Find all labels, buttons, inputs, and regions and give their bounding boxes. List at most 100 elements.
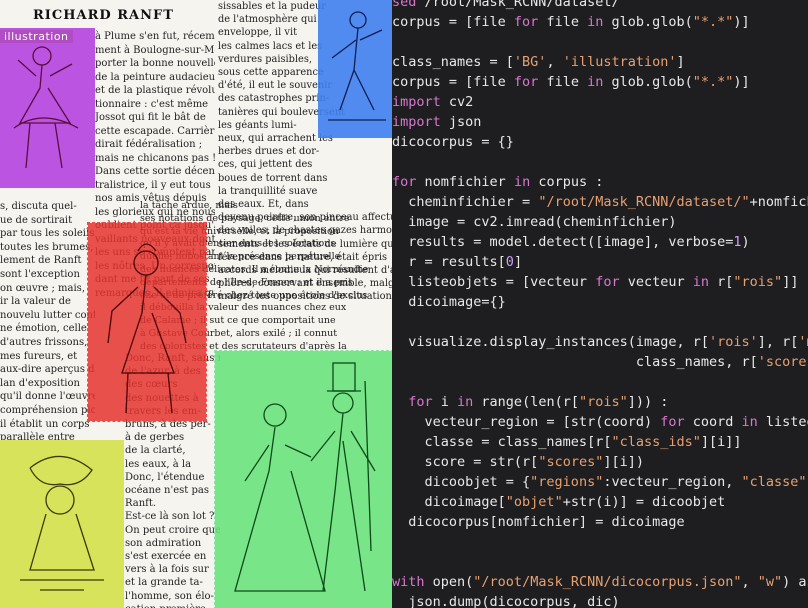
code-line: dicoobjet = {"regions":vecteur_region, "…: [392, 474, 808, 490]
newspaper-scan: RICHARD RANFT à Plume s'en fut, récem-me…: [0, 0, 392, 608]
code-line: for nomfichier in corpus :: [392, 174, 603, 190]
illustration-region-blue: [318, 0, 392, 138]
code-token: 'BG': [513, 54, 547, 70]
text-line: On peut croire que: [125, 524, 220, 536]
code-token: glob.glob(: [603, 14, 693, 30]
code-line: results = model.detect([image], verbose=…: [392, 234, 749, 250]
code-token: visualize.display_instances(image, r[: [392, 334, 709, 350]
code-token: 0: [505, 254, 514, 270]
code-token: "rois": [733, 274, 783, 290]
dancer-illustration: [0, 28, 95, 188]
code-token: class_names, r[: [392, 354, 758, 370]
code-line: corpus = [file for file in glob.glob("*.…: [392, 74, 750, 90]
code-line: dicoimage["objet"+str(i)] = dicoobjet: [392, 494, 726, 510]
text-line: et la grande ta-: [125, 577, 203, 589]
code-token: "/root/Mask_RCNN/dicocorpus.json": [473, 574, 742, 590]
code-token: image = cv2.imread(cheminfichier): [392, 214, 677, 230]
text-line: la tranquillité suave: [218, 185, 318, 197]
code-token: nomfichier: [416, 174, 514, 190]
text-line: Donc, l'étendue: [125, 471, 205, 483]
code-token: ,: [741, 574, 758, 590]
illustration-region-yellow: [0, 440, 124, 608]
code-token: listeobjets[i]]: [765, 414, 808, 430]
code-token: for: [513, 74, 539, 90]
code-token: listeobjets = [vecteur: [392, 274, 596, 290]
code-token: json: [440, 114, 482, 130]
code-token: /root/Mask_RCNN/dataset/: [424, 0, 620, 10]
code-token: coord: [684, 414, 742, 430]
code-token: for: [513, 14, 539, 30]
code-line: score = str(r["scores"][i]): [392, 454, 644, 470]
code-token: :vecteur_region,: [603, 474, 742, 490]
code-token: in: [457, 394, 474, 410]
woman-illustration: [88, 223, 206, 421]
code-line: cheminfichier = "/root/Mask_RCNN/dataset…: [392, 194, 808, 210]
code-line: corpus = [file for file in glob.glob("*.…: [392, 14, 750, 30]
code-token: score = str(r[: [392, 454, 539, 470]
code-line: import cv2: [392, 94, 473, 110]
code-token: "regions": [530, 474, 604, 490]
text-line: ment à Boulogne-sur-Mer,: [95, 44, 215, 56]
code-token: in: [741, 414, 758, 430]
code-token: r = results[: [392, 254, 506, 270]
code-line: dicoimage={}: [392, 294, 506, 310]
text-line: herbes drues et dor-: [218, 146, 320, 158]
text-line: dirait fédéralisation ;: [95, 139, 203, 150]
text-line: l'homme, son élo-: [125, 590, 214, 602]
portrait-illustration: [0, 440, 124, 608]
text-line: à Plume s'en fut, récem-: [95, 31, 215, 42]
text-line: qu'il donne l'œuvre: [0, 391, 95, 403]
code-token: ,: [546, 54, 563, 70]
text-line: océane n'est pas: [125, 485, 209, 497]
text-line: ces, qui jettent des: [218, 159, 313, 171]
code-token: i: [432, 394, 458, 410]
text-line: il établit un corps: [0, 418, 90, 430]
text-line: ir la valeur de: [0, 296, 71, 308]
code-token: import: [392, 94, 441, 110]
code-token: corpus :: [530, 174, 604, 190]
text-line: toutes les brumes,: [0, 241, 94, 253]
code-token: 'rois': [708, 334, 758, 350]
code-token: in: [692, 274, 710, 290]
code-token: "rois": [578, 394, 628, 410]
text-line: de la peinture audacieuse: [95, 71, 215, 83]
code-line: for i in range(len(r["rois"])) :: [392, 394, 668, 410]
figure-illustration: [318, 0, 392, 138]
code-token: "scores": [538, 454, 604, 470]
code-line: image = cv2.imread(cheminfichier): [392, 214, 676, 230]
code-token: for: [392, 394, 433, 410]
code-token: )]: [733, 14, 750, 30]
code-token: 'illustration': [562, 54, 677, 70]
code-line: class_names, r['scores']): [392, 354, 808, 370]
couple-illustration: [215, 351, 392, 608]
text-line: s, discuta quel-: [0, 201, 77, 212]
code-token: corpus = [file: [392, 74, 514, 90]
code-token: sed: [392, 0, 425, 10]
code-editor[interactable]: sed /root/Mask_RCNN/dataset/corpus = [fi…: [392, 0, 808, 608]
text-line: à de gerbes: [125, 432, 185, 444]
text-line: porter la bonne nouvelle: [95, 58, 215, 69]
text-line: tionnaire : c'est même: [95, 98, 209, 110]
code-token: dicoobjet = {: [392, 474, 531, 490]
illustration-region-green: [214, 350, 392, 608]
code-line: dicocorpus = {}: [392, 134, 514, 150]
text-line: s'est exercée en: [125, 551, 207, 563]
text-line: par tous les soleils: [0, 228, 95, 240]
code-token: class_names = [: [392, 54, 514, 70]
text-line: aux-dire aperçus de: [0, 364, 95, 376]
code-line: visualize.display_instances(image, r['ro…: [392, 334, 808, 350]
lower-left-text-column: s, discuta quel-ue de sortirait par tous …: [0, 200, 95, 440]
code-token: )]: [733, 74, 750, 90]
code-token: for: [392, 174, 417, 190]
code-token: ][i]): [603, 454, 644, 470]
code-token: cheminfichier =: [392, 194, 539, 210]
code-token: json.dump(dicocorpus, dic): [392, 594, 620, 608]
code-token: classe = class_names[r[: [392, 434, 612, 450]
region-label: illustration: [0, 30, 73, 43]
text-line: la tâche ardue, mais: [140, 200, 238, 211]
code-token: "*.*": [692, 14, 734, 30]
illustration-region-red: [87, 222, 207, 422]
code-token: r[: [709, 274, 734, 290]
code-token: for: [660, 414, 685, 430]
text-line: mais ne chicanons pas !: [95, 152, 215, 164]
